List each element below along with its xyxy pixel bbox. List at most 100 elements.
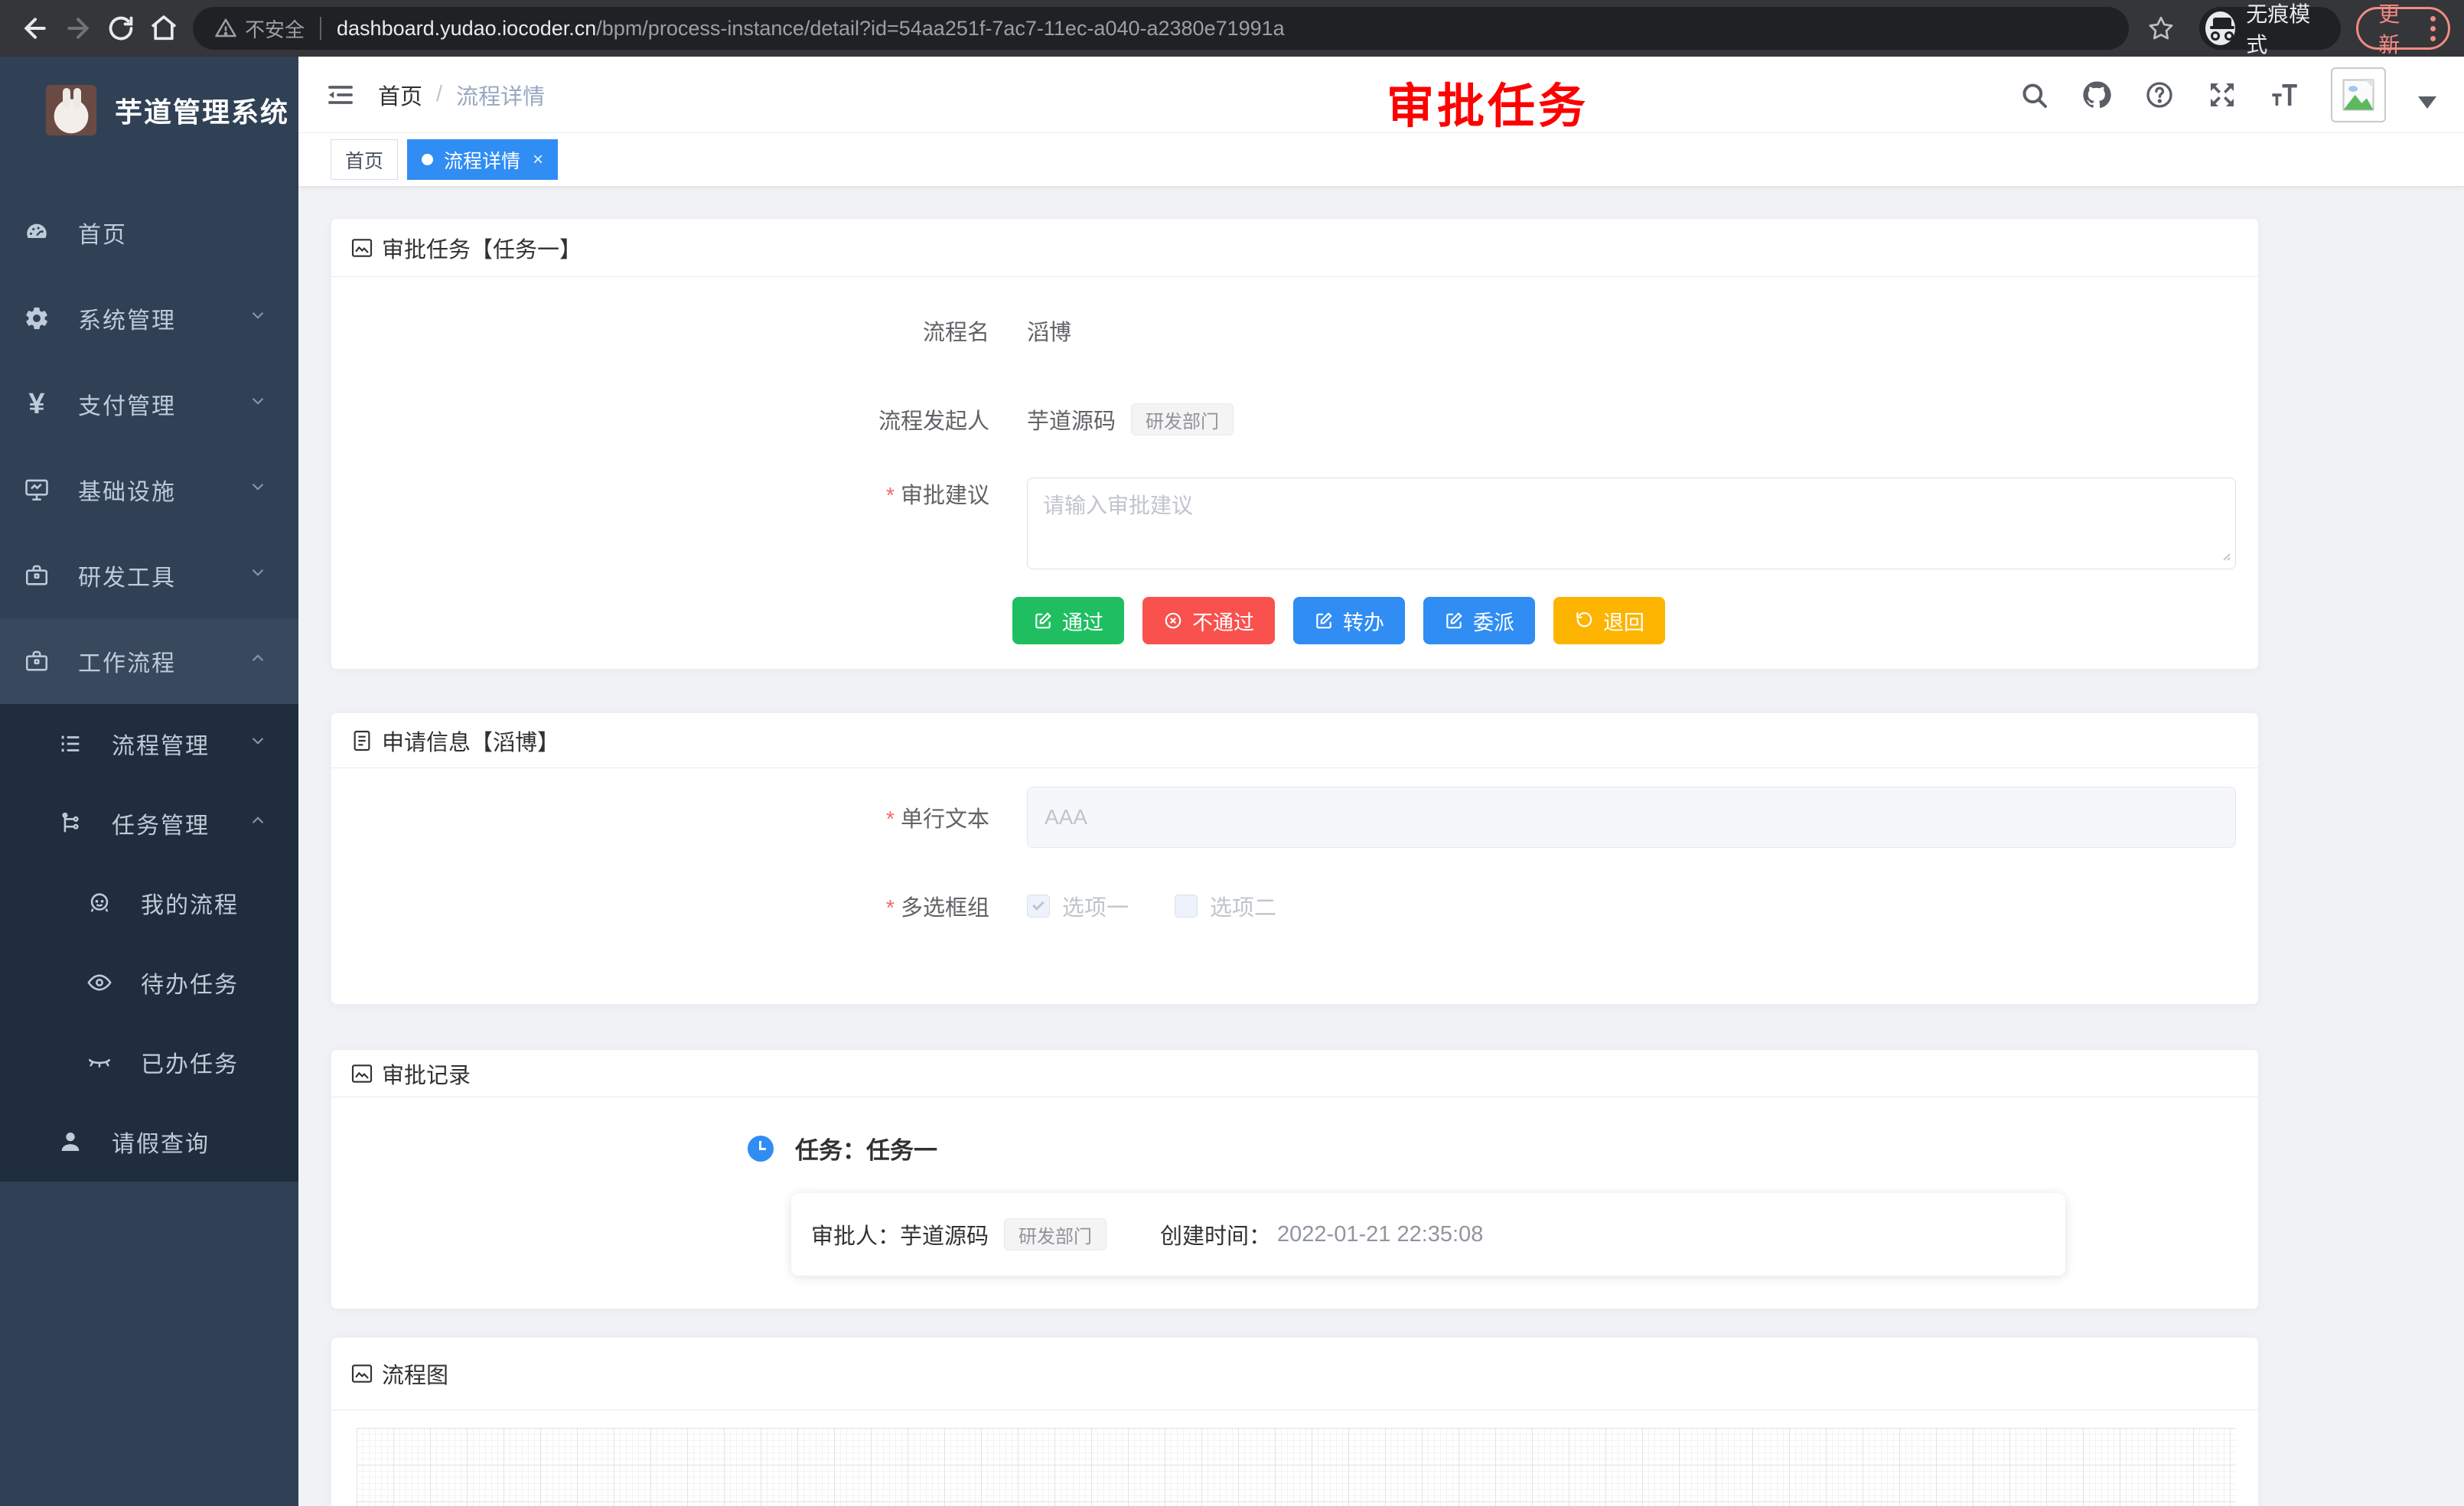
page-annotation: 审批任务 [1387,67,1589,136]
approval-actions: 通过 不通过 转办 委派 [1012,597,2258,644]
tag-process-detail[interactable]: 流程详情 × [407,139,558,180]
sidebar-item-label: 任务管理 [112,807,248,840]
browser-toolbar: 不安全 dashboard.yudao.iocoder.cn/bpm/proce… [0,0,2464,57]
card-apply-info: 申请信息【滔博】 单行文本 多选框组 选项一 [331,712,2259,1005]
app-title: 芋道管理系统 [115,90,289,130]
avatar[interactable] [2331,67,2386,122]
security-warning[interactable]: 不安全 [214,15,305,43]
sidebar-item-home[interactable]: 首页 [0,190,298,275]
sidebar-item-done-tasks[interactable]: 已办任务 [0,1022,298,1102]
card-process-diagram: 流程图 [331,1337,2259,1506]
initiator-label: 流程发起人 [331,403,989,435]
sidebar-item-process-mgmt[interactable]: 流程管理 [0,704,298,784]
eye-icon [86,969,113,996]
approver-dept-tag: 研发部门 [1004,1218,1107,1250]
sidebar-item-label: 工作流程 [78,644,248,678]
font-size-icon[interactable] [2268,78,2302,112]
initiator-value: 芋道源码 [1027,403,1116,435]
timeline-item: 任务：任务一 [748,1131,2258,1165]
user-icon [57,1128,84,1156]
resize-grip-icon[interactable] [2219,549,2231,562]
search-icon[interactable] [2017,78,2051,112]
workflow-submenu: 流程管理 任务管理 我的流程 待办任务 已办 [0,704,298,1182]
sidebar-item-task-mgmt[interactable]: 任务管理 [0,784,298,863]
circle-close-icon [1163,611,1183,631]
sidebar-logo[interactable]: 芋道管理系统 [0,67,298,153]
dashboard-icon [23,219,51,246]
card-apply-info-header: 申请信息【滔博】 [331,713,2258,768]
single-text-row: 单行文本 [331,787,2258,848]
avatar-caret-icon[interactable] [2418,96,2436,109]
record-detail-box: 审批人： 芋道源码 研发部门 创建时间： 2022-01-21 22:35:08 [791,1193,2065,1276]
sidebar-item-my-process[interactable]: 我的流程 [0,863,298,943]
button-label: 委派 [1473,606,1514,636]
update-label: 更新 [2378,0,2415,59]
sidebar-item-leave-query[interactable]: 请假查询 [0,1102,298,1182]
checkbox-option1: 选项一 [1027,890,1129,922]
security-warning-label: 不安全 [245,15,305,43]
divider [320,17,321,40]
chevron-down-icon [248,391,268,417]
sidebar-item-infra[interactable]: 基础设施 [0,447,298,533]
initiator-dept-tag: 研发部门 [1131,403,1234,435]
bpmn-diagram-canvas[interactable] [357,1428,2236,1506]
home-icon[interactable] [142,7,185,50]
sidebar-menu: 首页 系统管理 ¥ 支付管理 基础设施 研发工具 [0,190,298,1182]
process-name-row: 流程名 滔博 [331,300,2258,361]
button-label: 退回 [1603,606,1644,636]
created-value: 2022-01-21 22:35:08 [1277,1222,1483,1247]
sidebar-item-label: 支付管理 [78,387,248,421]
close-icon[interactable]: × [533,151,543,169]
reject-button[interactable]: 不通过 [1142,597,1275,644]
card-title: 申请信息【滔博】 [382,725,559,757]
tag-home[interactable]: 首页 [331,139,398,180]
back-icon[interactable] [14,7,57,50]
incognito-icon [2205,11,2235,45]
tag-label: 流程详情 [444,146,520,174]
breadcrumb-separator: / [436,82,442,107]
approve-button[interactable]: 通过 [1012,597,1124,644]
incognito-label: 无痕模式 [2246,0,2322,59]
sidebar-item-workflow[interactable]: 工作流程 [0,618,298,704]
chrome-menu-icon[interactable] [2430,16,2436,41]
opinion-textarea[interactable] [1027,478,2236,569]
navbar-actions [2017,67,2464,122]
document-icon [350,729,374,753]
opinion-label: 审批建议 [331,478,989,510]
breadcrumb: 首页 / 流程详情 [378,79,545,111]
chrome-update-button[interactable]: 更新 [2356,7,2450,50]
hamburger-icon[interactable] [298,57,378,132]
sidebar: 芋道管理系统 首页 系统管理 ¥ 支付管理 基础设施 [0,57,298,1506]
return-button[interactable]: 退回 [1553,597,1665,644]
chevron-up-icon [248,648,268,674]
fullscreen-icon[interactable] [2205,78,2239,112]
sidebar-item-devtools[interactable]: 研发工具 [0,533,298,618]
address-bar[interactable]: 不安全 dashboard.yudao.iocoder.cn/bpm/proce… [193,7,2129,50]
sidebar-item-system[interactable]: 系统管理 [0,275,298,361]
undo-icon [1574,611,1594,631]
reload-icon[interactable] [99,7,142,50]
button-label: 不通过 [1192,606,1254,636]
tags-view: 首页 流程详情 × [298,133,2464,187]
flow-icon [57,810,84,837]
monitor-icon [23,476,51,504]
process-name-value: 滔博 [1027,315,1071,347]
card-title: 审批任务【任务一】 [382,232,582,264]
eye-closed-icon [86,1048,113,1076]
sidebar-item-todo-tasks[interactable]: 待办任务 [0,943,298,1022]
bookmark-star-icon[interactable] [2140,7,2182,50]
checkbox-unchecked-icon [1175,895,1198,918]
help-icon[interactable] [2143,78,2176,112]
button-label: 转办 [1343,606,1384,636]
transfer-button[interactable]: 转办 [1293,597,1405,644]
forward-icon[interactable] [57,7,99,50]
github-icon[interactable] [2080,78,2114,112]
breadcrumb-home[interactable]: 首页 [378,79,422,111]
sidebar-item-label: 研发工具 [78,559,248,592]
delegate-button[interactable]: 委派 [1423,597,1535,644]
sidebar-item-payment[interactable]: ¥ 支付管理 [0,361,298,447]
tag-label: 首页 [345,146,383,174]
process-name-label: 流程名 [331,315,989,347]
card-approval-record-header: 审批记录 [331,1050,2258,1097]
sidebar-item-label: 已办任务 [141,1045,298,1079]
